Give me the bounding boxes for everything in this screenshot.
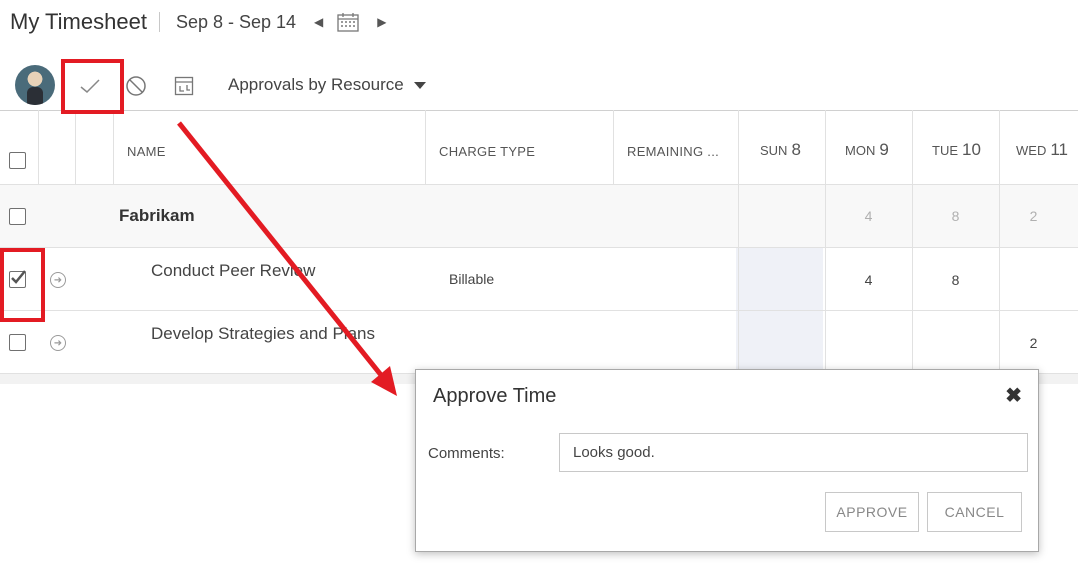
- column-header-name[interactable]: NAME: [127, 144, 166, 159]
- task-name: Develop Strategies and Plans: [151, 324, 375, 343]
- title-bar: My Timesheet Sep 8 - Sep 14 ◀ ▶: [10, 6, 387, 38]
- column-divider: [425, 110, 426, 185]
- dialog-title: Approve Time: [433, 385, 557, 407]
- group-mon-total: 4: [864, 208, 873, 224]
- highlight-approve-button: [61, 59, 124, 114]
- approve-button[interactable]: APPROVE: [825, 492, 919, 532]
- select-all-checkbox[interactable]: [9, 152, 26, 169]
- view-dropdown-label: Approvals by Resource: [228, 75, 404, 94]
- reject-icon[interactable]: [122, 72, 150, 100]
- column-header-sun[interactable]: SUN 8: [760, 140, 801, 160]
- column-divider: [738, 110, 739, 374]
- column-divider: [75, 110, 76, 185]
- tue-hours-cell[interactable]: 8: [912, 272, 999, 288]
- caret-down-icon: [413, 81, 426, 89]
- group-tue-total: 8: [951, 208, 960, 224]
- open-row-arrow-icon[interactable]: ➜: [50, 335, 66, 351]
- highlight-row-checkbox: [0, 248, 45, 322]
- cancel-button[interactable]: CANCEL: [927, 492, 1022, 532]
- comments-input[interactable]: [559, 433, 1028, 472]
- view-dropdown[interactable]: Approvals by Resource: [228, 75, 426, 95]
- column-divider: [613, 110, 614, 185]
- title-divider: [158, 12, 160, 32]
- group-name: Fabrikam: [119, 206, 195, 225]
- page-title: My Timesheet: [10, 9, 147, 34]
- task-name: Conduct Peer Review: [151, 261, 316, 280]
- group-wed-total: 2: [1029, 208, 1038, 224]
- column-divider: [912, 110, 913, 374]
- next-week-button[interactable]: ▶: [377, 15, 386, 29]
- history-icon[interactable]: [170, 72, 198, 100]
- column-header-remaining[interactable]: REMAINING ...: [627, 144, 719, 159]
- calendar-icon[interactable]: [337, 12, 359, 32]
- open-row-arrow-icon[interactable]: ➜: [50, 272, 66, 288]
- column-header-charge-type[interactable]: CHARGE TYPE: [439, 144, 535, 159]
- avatar[interactable]: [15, 65, 55, 105]
- column-header-tue[interactable]: TUE 10: [932, 140, 981, 160]
- toolbar: Approvals by Resource: [0, 62, 1078, 108]
- group-checkbox[interactable]: [9, 208, 26, 225]
- previous-week-button[interactable]: ◀: [314, 15, 323, 29]
- row-checkbox[interactable]: [9, 334, 26, 351]
- date-range: Sep 8 - Sep 14: [175, 11, 297, 32]
- column-divider: [113, 110, 114, 185]
- comments-label: Comments:: [428, 445, 505, 462]
- column-header-wed[interactable]: WED 11: [1016, 140, 1068, 160]
- approve-time-dialog: Approve Time ✖ Comments: APPROVE CANCEL: [415, 369, 1039, 552]
- close-icon[interactable]: ✖: [1005, 386, 1022, 406]
- column-divider: [825, 110, 826, 374]
- wed-hours-cell[interactable]: 2: [990, 335, 1077, 351]
- column-divider: [38, 110, 39, 185]
- charge-type-cell: Billable: [449, 271, 495, 287]
- mon-hours-cell[interactable]: 4: [825, 272, 912, 288]
- column-header-mon[interactable]: MON 9: [845, 140, 889, 160]
